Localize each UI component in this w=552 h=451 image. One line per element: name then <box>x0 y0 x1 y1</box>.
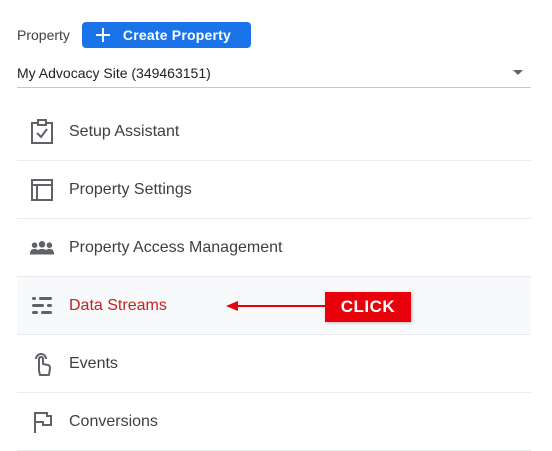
nav-item-label: Property Access Management <box>69 238 283 256</box>
data-streams-icon <box>29 293 55 319</box>
nav-item-setup-assistant[interactable]: Setup Assistant <box>17 103 531 161</box>
nav-item-label: Property Settings <box>69 180 192 198</box>
people-icon <box>29 235 55 261</box>
property-selector-value: My Advocacy Site (349463151) <box>17 64 211 81</box>
nav-item-label: Data Streams <box>69 296 167 314</box>
property-nav: Setup Assistant Property Settings Proper… <box>17 103 531 451</box>
nav-item-label: Setup Assistant <box>69 122 180 140</box>
property-selector[interactable]: My Advocacy Site (349463151) <box>17 60 531 88</box>
nav-item-property-access-management[interactable]: Property Access Management <box>17 219 531 277</box>
nav-item-events[interactable]: Events <box>17 335 531 393</box>
nav-item-conversions[interactable]: Conversions <box>17 393 531 451</box>
create-property-label: Create Property <box>122 27 231 43</box>
property-label: Property <box>17 27 70 43</box>
nav-item-label: Conversions <box>69 412 158 430</box>
click-badge: CLICK <box>325 292 411 322</box>
window-layout-icon <box>29 177 55 203</box>
click-annotation: CLICK <box>224 290 414 324</box>
plus-icon <box>95 27 111 43</box>
nav-item-property-settings[interactable]: Property Settings <box>17 161 531 219</box>
chevron-down-icon <box>513 70 523 75</box>
property-header: Property Create Property <box>17 22 251 48</box>
flag-icon <box>29 409 55 435</box>
clipboard-check-icon <box>29 118 55 145</box>
create-property-button[interactable]: Create Property <box>81 22 251 48</box>
touch-hand-icon <box>29 351 55 377</box>
nav-item-label: Events <box>69 354 118 372</box>
arrow-left-icon <box>226 301 328 311</box>
